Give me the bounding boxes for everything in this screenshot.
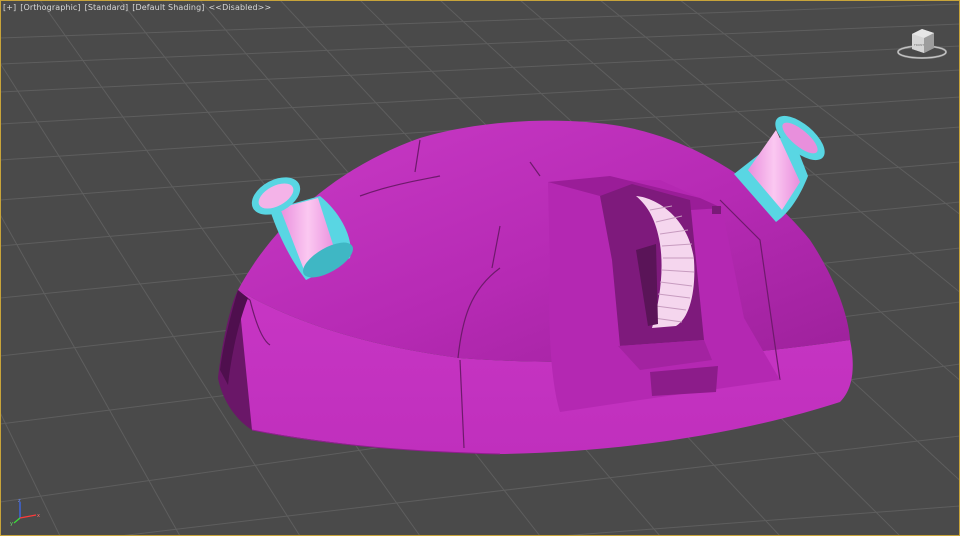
viewport-scene[interactable] [0, 0, 960, 536]
view-mode-menu[interactable]: [Orthographic] [20, 3, 80, 12]
shading-mode-menu[interactable]: [Default Shading] [132, 3, 204, 12]
axis-tripod-icon: z x y [10, 498, 40, 526]
viewport-status-disabled[interactable]: <<Disabled>> [208, 3, 271, 12]
viewcube-face-label: FRONT [914, 43, 924, 47]
viewcube-icon[interactable]: FRONT [894, 24, 950, 62]
dome-turret-model[interactable] [218, 108, 853, 455]
svg-text:x: x [37, 513, 40, 519]
svg-text:z: z [18, 498, 21, 504]
viewport-menu-button[interactable]: [+] [3, 3, 16, 12]
render-preset-menu[interactable]: [Standard] [85, 3, 129, 12]
svg-text:y: y [10, 521, 13, 526]
viewport-label-menu: [+] [Orthographic] [Standard] [Default Shad… [3, 3, 271, 12]
hatch-bolt [712, 206, 721, 214]
perspective-viewport[interactable]: [+] [Orthographic] [Standard] [Default Shad… [0, 0, 960, 536]
